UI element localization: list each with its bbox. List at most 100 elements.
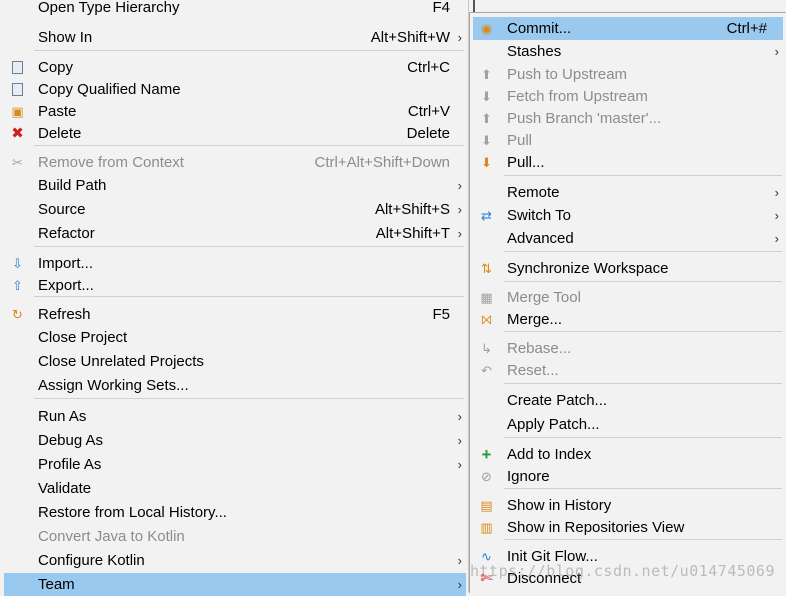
menu-item-import[interactable]: ⇩ Import... <box>4 252 466 275</box>
submenu-arrow-icon: › <box>774 44 779 59</box>
menu-item-label: Apply Patch... <box>507 416 600 433</box>
menu-item-close-project[interactable]: Close Project <box>4 326 466 349</box>
menu-item-label: Add to Index <box>507 446 592 463</box>
menu-item-label: Copy Qualified Name <box>38 81 181 98</box>
menu-item-commit[interactable]: ◉ Commit... Ctrl+# <box>473 17 783 40</box>
merge-tool-icon: ▦ <box>480 290 493 305</box>
submenu-arrow-icon: › <box>457 178 462 193</box>
menu-item-open-type-hierarchy[interactable]: Open Type Hierarchy F4 <box>4 0 466 19</box>
menu-item-label: Profile As <box>38 456 102 473</box>
menu-item-label: Pull... <box>507 154 545 171</box>
menu-item-show-in[interactable]: Show In Alt+Shift+W › <box>4 26 466 49</box>
add-index-icon: + <box>481 445 492 464</box>
menu-item-show-in-history[interactable]: ▤ Show in History <box>473 494 783 517</box>
menu-item-add-to-index[interactable]: + Add to Index <box>473 443 783 466</box>
menu-item-label: Stashes <box>507 43 562 60</box>
menu-item-label: Team <box>38 576 75 593</box>
menu-item-refactor[interactable]: Refactor Alt+Shift+T › <box>4 222 466 245</box>
menu-item-fetch-from-upstream: ⬇ Fetch from Upstream <box>473 85 783 108</box>
menu-item-label: Export... <box>38 277 94 294</box>
menu-separator <box>504 331 782 332</box>
menu-item-team[interactable]: Team › <box>4 573 466 596</box>
submenu-arrow-icon: › <box>457 226 462 241</box>
menu-item-label: Paste <box>38 103 77 120</box>
menu-item-show-in-repositories-view[interactable]: ▥ Show in Repositories View <box>473 516 783 539</box>
shortcut-label: Alt+Shift+S <box>374 201 450 218</box>
paste-icon: ▣ <box>11 104 24 119</box>
menu-item-debug-as[interactable]: Debug As › <box>4 429 466 452</box>
menu-item-label: Debug As <box>38 432 104 449</box>
menu-item-assign-working-sets[interactable]: Assign Working Sets... <box>4 374 466 397</box>
menu-item-stashes[interactable]: Stashes › <box>473 40 783 63</box>
ignore-icon: ⊘ <box>481 469 492 484</box>
menu-item-label: Merge... <box>507 311 563 328</box>
parent-editor-edge <box>473 0 786 12</box>
shortcut-label: Ctrl+C <box>407 59 450 76</box>
menu-item-copy[interactable]: Copy Ctrl+C <box>4 56 466 79</box>
refresh-icon: ↻ <box>12 307 23 322</box>
submenu-arrow-icon: › <box>774 208 779 223</box>
delete-icon: ✖ <box>11 125 24 142</box>
menu-item-ignore[interactable]: ⊘ Ignore <box>473 465 783 488</box>
shortcut-label: Ctrl+Alt+Shift+Down <box>314 154 450 171</box>
menu-separator <box>504 281 782 282</box>
rebase-icon: ↳ <box>481 341 492 356</box>
shortcut-label: Delete <box>406 125 450 142</box>
menu-item-label: Delete <box>38 125 82 142</box>
submenu-arrow-icon: › <box>457 433 462 448</box>
menu-item-copy-qualified-name[interactable]: Copy Qualified Name <box>4 78 466 101</box>
menu-item-switch-to[interactable]: ⇄ Switch To › <box>473 204 783 227</box>
menu-item-label: Remove from Context <box>38 154 184 171</box>
menu-item-run-as[interactable]: Run As › <box>4 405 466 428</box>
menu-item-label: Close Unrelated Projects <box>38 353 204 370</box>
submenu-arrow-icon: › <box>457 409 462 424</box>
merge-icon: ⨝ <box>481 312 492 327</box>
switch-icon: ⇄ <box>481 208 492 223</box>
menu-item-source[interactable]: Source Alt+Shift+S › <box>4 198 466 221</box>
menu-item-label: Push Branch 'master'... <box>507 110 662 127</box>
menu-item-rebase: ↳ Rebase... <box>473 337 783 360</box>
menu-item-label: Show in Repositories View <box>507 519 685 536</box>
menu-separator <box>34 398 464 399</box>
menu-item-pull[interactable]: ⬇ Pull... <box>473 151 783 174</box>
team-submenu: ◉ Commit... Ctrl+# Stashes › ⬆ Push to Upstrea… <box>469 12 786 593</box>
pull-icon: ⬇ <box>481 133 492 148</box>
menu-item-close-unrelated-projects[interactable]: Close Unrelated Projects <box>4 350 466 373</box>
menu-item-paste[interactable]: ▣ Paste Ctrl+V <box>4 100 466 123</box>
menu-item-advanced[interactable]: Advanced › <box>473 227 783 250</box>
menu-separator <box>504 383 782 384</box>
menu-separator <box>34 246 464 247</box>
menu-item-remote[interactable]: Remote › <box>473 181 783 204</box>
menu-item-apply-patch[interactable]: Apply Patch... <box>473 413 783 436</box>
push-icon: ⬆ <box>481 67 492 82</box>
submenu-arrow-icon: › <box>457 577 462 592</box>
menu-item-export[interactable]: ⇧ Export... <box>4 274 466 297</box>
submenu-arrow-icon: › <box>774 231 779 246</box>
menu-item-label: Remote <box>507 184 560 201</box>
menu-item-merge[interactable]: ⨝ Merge... <box>473 308 783 331</box>
menu-item-label: Fetch from Upstream <box>507 88 648 105</box>
menu-item-profile-as[interactable]: Profile As › <box>4 453 466 476</box>
menu-item-label: Commit... <box>507 20 572 37</box>
menu-separator <box>504 437 782 438</box>
menu-item-remove-from-context: ✂ Remove from Context Ctrl+Alt+Shift+Down <box>4 151 466 174</box>
menu-item-label: Pull <box>507 132 533 149</box>
push-branch-icon: ⬆ <box>481 111 492 126</box>
menu-item-label: Synchronize Workspace <box>507 260 669 277</box>
menu-separator <box>504 251 782 252</box>
menu-item-build-path[interactable]: Build Path › <box>4 174 466 197</box>
menu-item-label: Open Type Hierarchy <box>38 0 180 16</box>
menu-item-label: Rebase... <box>507 340 572 357</box>
menu-item-refresh[interactable]: ↻ Refresh F5 <box>4 303 466 326</box>
menu-item-configure-kotlin[interactable]: Configure Kotlin › <box>4 549 466 572</box>
menu-item-label: Show In <box>38 29 93 46</box>
menu-item-create-patch[interactable]: Create Patch... <box>473 389 783 412</box>
menu-item-synchronize-workspace[interactable]: ⇅ Synchronize Workspace <box>473 257 783 280</box>
menu-item-delete[interactable]: ✖ Delete Delete <box>4 122 466 145</box>
submenu-arrow-icon: › <box>457 457 462 472</box>
menu-separator <box>34 296 464 297</box>
menu-item-restore-from-local-history[interactable]: Restore from Local History... <box>4 501 466 524</box>
menu-item-validate[interactable]: Validate <box>4 477 466 500</box>
menu-item-label: Convert Java to Kotlin <box>38 528 185 545</box>
synchronize-icon: ⇅ <box>481 261 492 276</box>
